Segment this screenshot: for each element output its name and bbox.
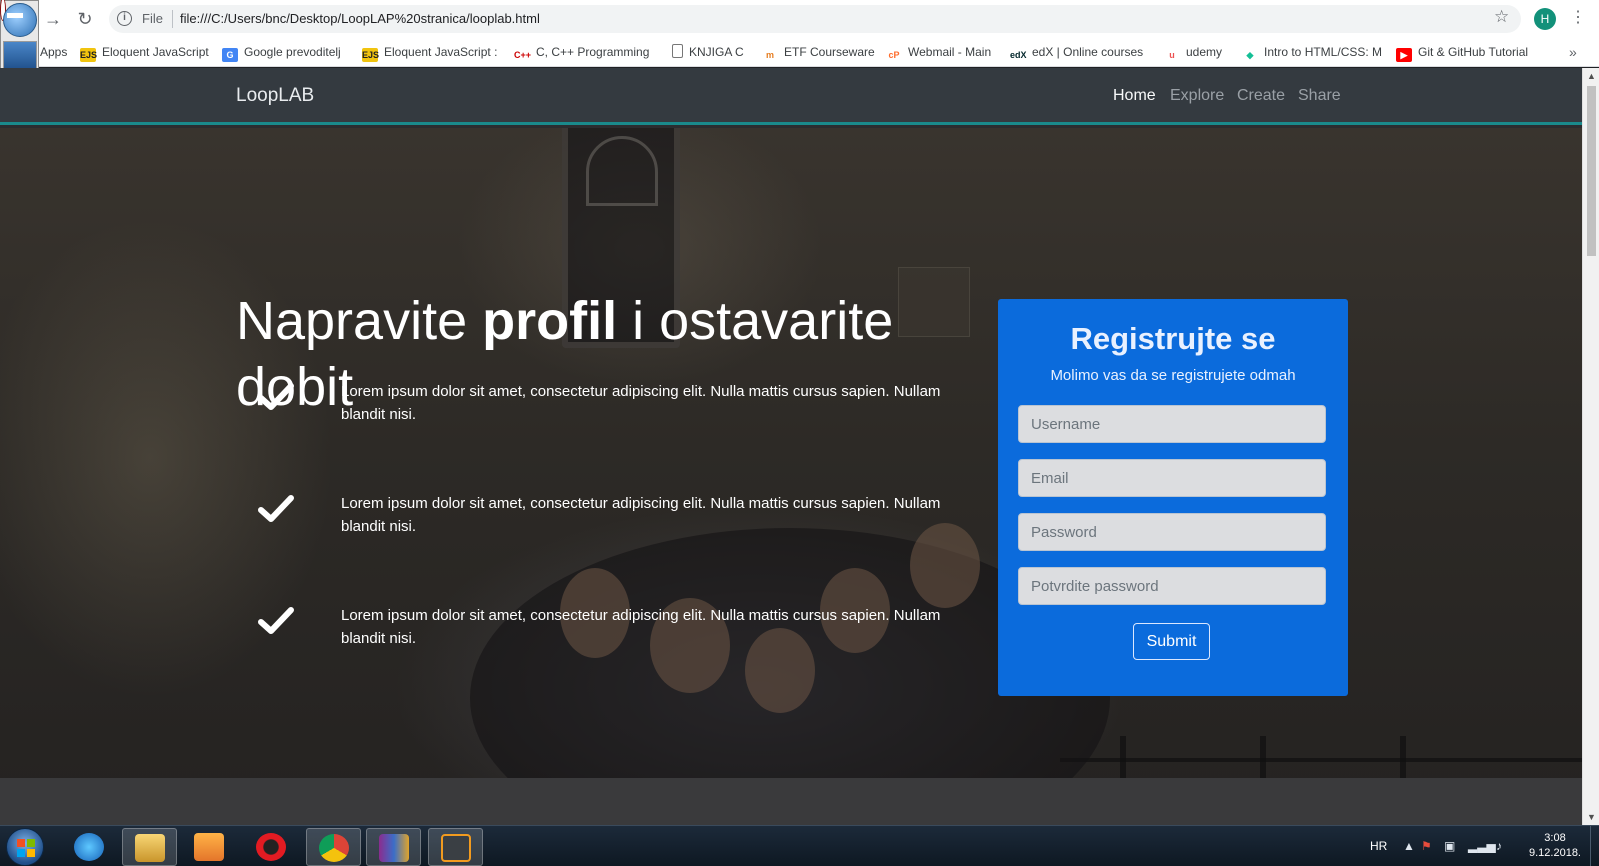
bookmark-udemy[interactable]: u udemy xyxy=(1164,43,1222,61)
taskbar-opera[interactable] xyxy=(244,828,299,866)
submit-button[interactable]: Submit xyxy=(1133,623,1210,660)
feature-text: Lorem ipsum dolor sit amet, consectetur … xyxy=(341,383,941,423)
page-scrollbar[interactable]: ▲ ▼ xyxy=(1582,68,1599,825)
moodle-icon: m xyxy=(765,50,774,60)
windows-taskbar: HR ▲ ⚑ ▣ ▂▃▅ ♪ 3:08 9.12.2018. xyxy=(0,825,1599,866)
folder-icon xyxy=(135,834,165,862)
taskbar-sublime[interactable] xyxy=(428,828,483,866)
page-icon xyxy=(672,44,683,58)
brand-logo[interactable]: LoopLAB xyxy=(236,85,314,107)
browser-toolbar: → ↻ i File file:///C:/Users/bnc/Desktop/… xyxy=(0,0,1599,37)
show-desktop-button[interactable] xyxy=(1590,826,1599,866)
ejs-icon: EJS xyxy=(362,48,380,62)
more-bookmarks-icon[interactable]: » xyxy=(1569,43,1577,61)
bookmark-star-icon[interactable]: ☆ xyxy=(1494,7,1509,27)
bookmark-edx[interactable]: edX edX | Online courses xyxy=(1010,43,1143,61)
reload-icon[interactable]: ↻ xyxy=(74,8,96,30)
action-center-flag-icon[interactable]: ⚑ xyxy=(1421,839,1432,853)
page-viewport: Napravite profil i ostavarite dobit Lore… xyxy=(0,68,1582,825)
media-player-icon xyxy=(194,833,224,861)
feature-text: Lorem ipsum dolor sit amet, consectetur … xyxy=(341,495,941,535)
nav-home[interactable]: Home xyxy=(1113,87,1156,105)
network-signal-icon[interactable]: ▂▃▅ xyxy=(1468,839,1496,853)
registration-form: Registrujte se Molimo vas da se registru… xyxy=(998,299,1348,696)
background-railing xyxy=(1060,758,1582,762)
opera-icon xyxy=(256,833,286,861)
windows-logo-icon xyxy=(17,839,35,857)
translate-icon: G xyxy=(222,48,238,62)
taskbar-ie[interactable] xyxy=(62,828,117,866)
bookmarks-bar: Apps EJS Eloquent JavaScript G Google prev… xyxy=(0,37,1599,67)
system-clock[interactable]: 3:08 9.12.2018. xyxy=(1525,831,1585,861)
winrar-icon xyxy=(379,834,409,862)
check-icon xyxy=(258,383,294,410)
bookmark-git-github[interactable]: ▶ Git & GitHub Tutorial xyxy=(1396,43,1528,62)
check-icon xyxy=(258,607,294,634)
device-icon[interactable]: ▣ xyxy=(1444,839,1455,853)
browser-menu-icon[interactable]: ⋮ xyxy=(1570,7,1586,29)
email-field[interactable] xyxy=(1018,459,1326,497)
scroll-down-icon[interactable]: ▼ xyxy=(1586,812,1597,822)
bookmark-knjiga-c[interactable]: KNJIGA C xyxy=(672,43,744,61)
show-hidden-icons-icon[interactable]: ▲ xyxy=(1403,839,1415,853)
nav-share[interactable]: Share xyxy=(1298,87,1341,105)
bookmark-eloquent-js-2[interactable]: EJS Eloquent JavaScript : xyxy=(362,43,497,62)
screen-capture-icon[interactable] xyxy=(3,41,37,71)
globe-icon[interactable] xyxy=(3,3,37,37)
next-section-title: E l xyxy=(596,818,650,825)
language-indicator[interactable]: HR xyxy=(1370,839,1387,853)
start-button[interactable] xyxy=(6,828,44,866)
taskbar-media-player[interactable] xyxy=(182,828,237,866)
taskbar-winrar[interactable] xyxy=(366,828,421,866)
youtube-icon: ▶ xyxy=(1396,48,1412,62)
taskbar-explorer[interactable] xyxy=(122,828,177,866)
feature-text: Lorem ipsum dolor sit amet, consectetur … xyxy=(341,607,941,647)
background-arch xyxy=(586,136,658,206)
forward-icon[interactable]: → xyxy=(42,8,64,30)
cpanel-icon: cP xyxy=(888,50,900,60)
address-bar[interactable]: i File file:///C:/Users/bnc/Desktop/Loop… xyxy=(109,5,1521,33)
scroll-thumb[interactable] xyxy=(1587,86,1596,256)
check-icon xyxy=(258,495,294,522)
internet-explorer-icon xyxy=(74,833,104,861)
bookmark-etf-courseware[interactable]: m ETF Courseware xyxy=(762,43,875,61)
chrome-icon xyxy=(319,834,349,862)
bookmark-apps[interactable]: Apps xyxy=(40,43,67,61)
sublime-text-icon xyxy=(441,834,471,862)
bookmark-cpp[interactable]: C++ C, C++ Programming xyxy=(514,43,649,61)
url-text[interactable]: file:///C:/Users/bnc/Desktop/LoopLAP%20s… xyxy=(180,11,540,26)
form-subtitle: Molimo vas da se registrujete odmah xyxy=(1050,367,1296,384)
cpp-icon: C++ xyxy=(514,50,532,60)
confirm-password-field[interactable] xyxy=(1018,567,1326,605)
bookmark-webmail[interactable]: cP Webmail - Main xyxy=(886,43,991,61)
info-icon[interactable]: i xyxy=(117,11,132,26)
clock-date: 9.12.2018. xyxy=(1529,847,1581,859)
url-scheme: File xyxy=(142,11,163,26)
username-field[interactable] xyxy=(1018,405,1326,443)
ejs-icon: EJS xyxy=(80,48,98,62)
bookmark-google-translate[interactable]: G Google prevoditelj xyxy=(222,43,341,62)
volume-icon[interactable]: ♪ xyxy=(1496,839,1502,853)
form-title: Registrujte se xyxy=(1070,321,1276,356)
profile-avatar[interactable]: H xyxy=(1534,8,1556,30)
clock-time: 3:08 xyxy=(1544,832,1566,844)
udemy-icon: u xyxy=(1169,50,1175,60)
bookmark-intro-html-css[interactable]: ◆ Intro to HTML/CSS: M xyxy=(1242,43,1383,61)
khan-icon: ◆ xyxy=(1246,50,1254,60)
edx-icon: edX xyxy=(1010,50,1027,60)
next-section: E l xyxy=(0,778,1582,825)
password-field[interactable] xyxy=(1018,513,1326,551)
nav-create[interactable]: Create xyxy=(1237,87,1285,105)
taskbar-chrome[interactable] xyxy=(306,828,361,866)
bookmark-eloquent-js[interactable]: EJS Eloquent JavaScript xyxy=(80,43,209,62)
url-separator xyxy=(172,10,173,28)
scroll-up-icon[interactable]: ▲ xyxy=(1586,71,1597,81)
site-navbar: LoopLAB Home Explore Create Share xyxy=(0,68,1582,125)
nav-explore[interactable]: Explore xyxy=(1170,87,1224,105)
hero-section: Napravite profil i ostavarite dobit Lore… xyxy=(0,128,1582,825)
